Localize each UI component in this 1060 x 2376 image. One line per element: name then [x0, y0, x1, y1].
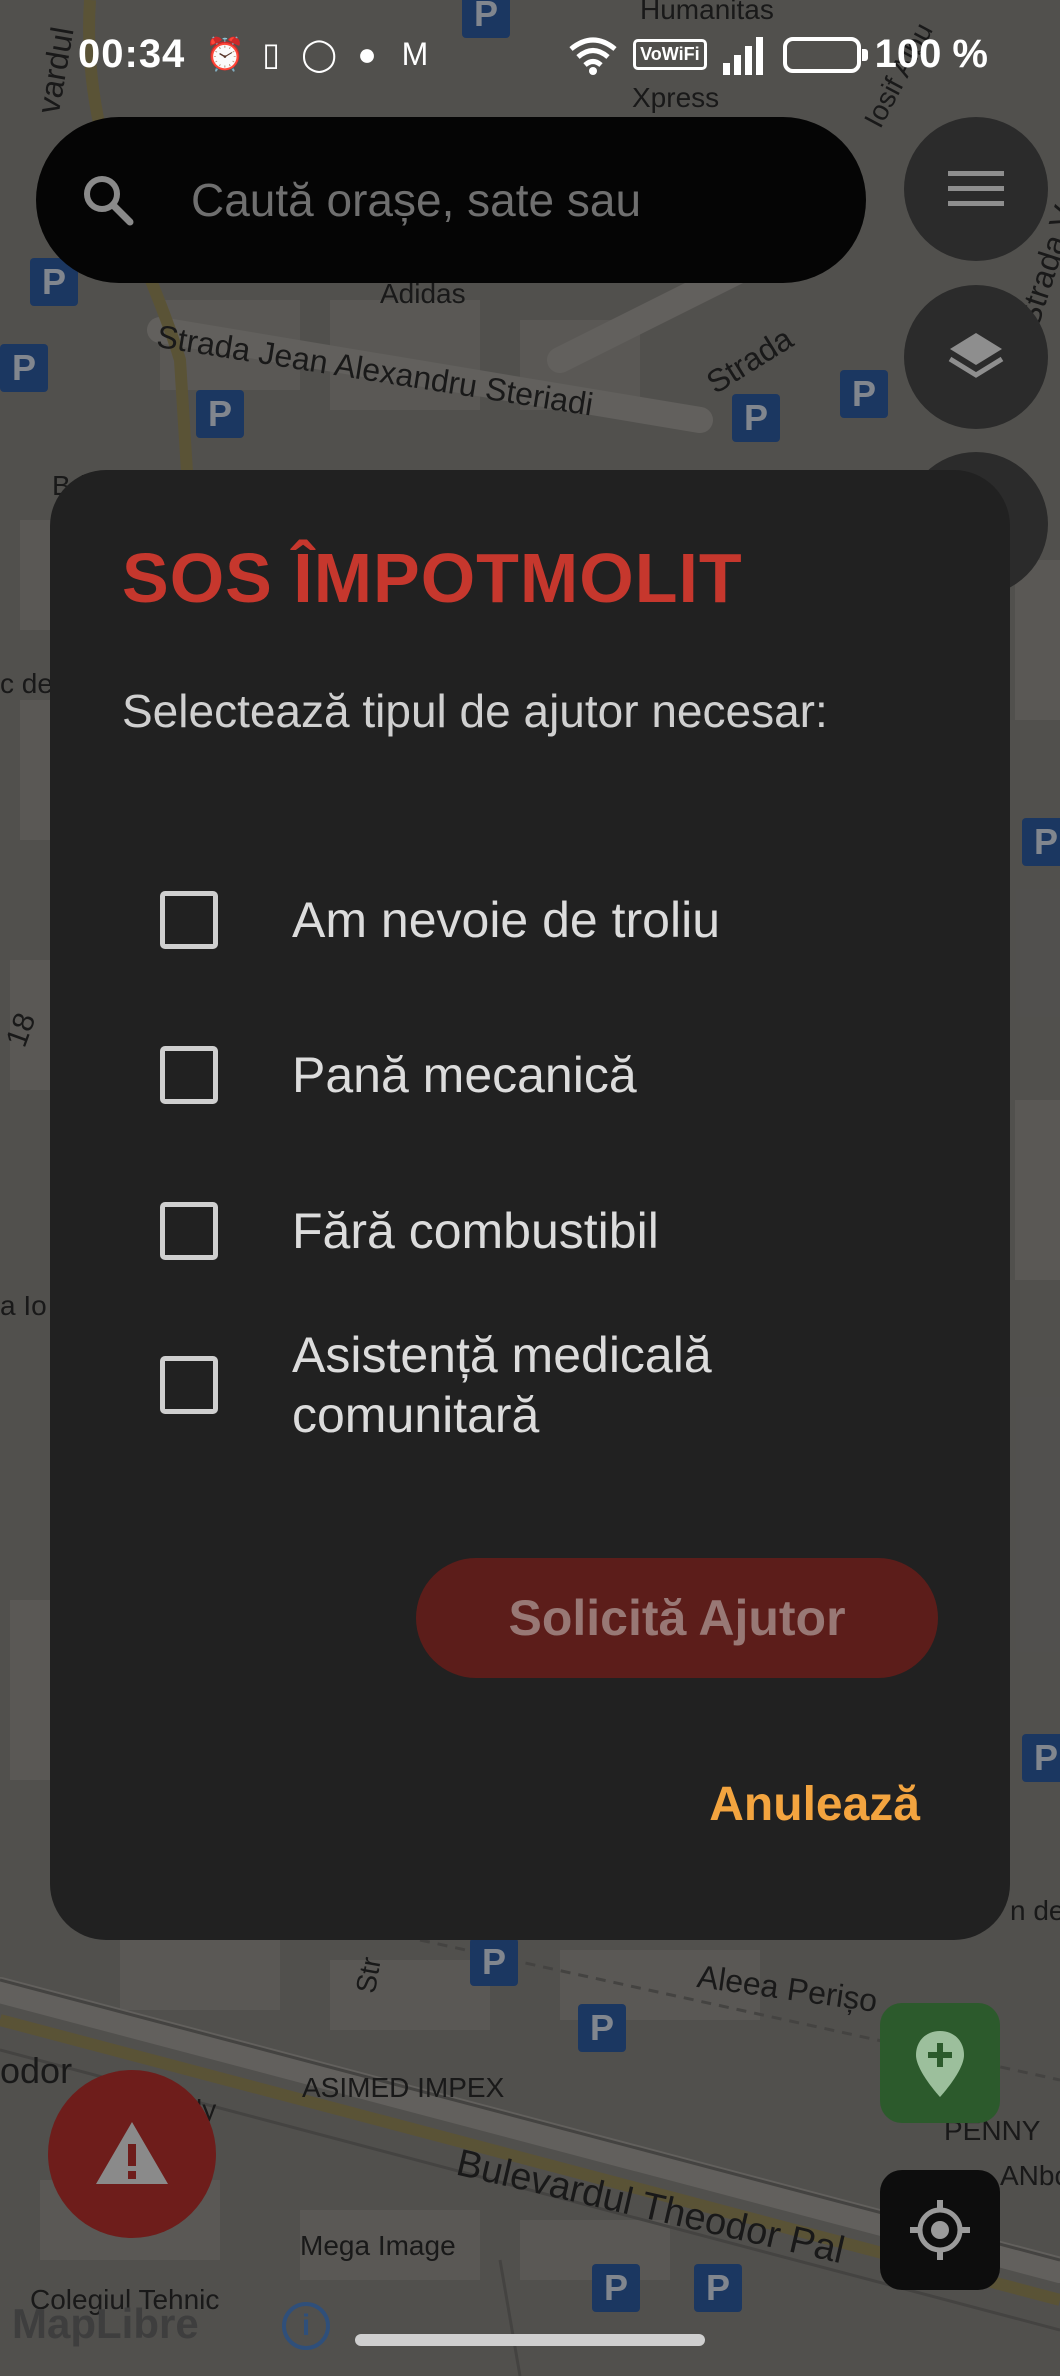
gmail-icon: M: [401, 36, 429, 72]
add-location-button[interactable]: [880, 2003, 1000, 2123]
my-location-button[interactable]: [880, 2170, 1000, 2290]
status-bar: 00:34 ⏰ ▯ ◯ ● M VoWiFi 100 %: [0, 22, 1060, 92]
wifi-icon: [569, 37, 617, 75]
search-bar[interactable]: [36, 117, 866, 283]
battery-icon: [782, 36, 868, 73]
alarm-icon: ⏰: [205, 36, 245, 72]
status-time: 00:34: [78, 32, 186, 76]
sos-fab[interactable]: [48, 2070, 216, 2238]
option-label: Pană mecanică: [292, 1047, 637, 1103]
menu-button[interactable]: [904, 117, 1048, 261]
search-icon: [84, 176, 134, 226]
menu-icon: [948, 171, 1004, 206]
option-medical-assistance[interactable]: Asistență medicală comunitară: [160, 1325, 920, 1445]
checkbox[interactable]: [160, 1202, 218, 1260]
sos-dialog: SOS ÎMPOTMOLIT Selectează tipul de ajuto…: [50, 470, 1010, 1940]
home-indicator[interactable]: [355, 2334, 705, 2346]
maplibre-logo: MapLibre: [12, 2300, 199, 2347]
layers-icon: [948, 333, 1004, 378]
dialog-title: SOS ÎMPOTMOLIT: [122, 539, 743, 617]
layers-button[interactable]: [904, 285, 1048, 429]
option-winch[interactable]: Am nevoie de troliu: [160, 890, 920, 950]
option-mechanical-failure[interactable]: Pană mecanică: [160, 1045, 920, 1105]
vibrate-icon: ▯: [262, 36, 280, 72]
checkbox[interactable]: [160, 1046, 218, 1104]
notification-icons: ⏰ ▯ ◯ ● M: [205, 36, 433, 72]
search-input[interactable]: [191, 117, 831, 283]
cancel-button[interactable]: Anulează: [670, 1770, 920, 1840]
option-no-fuel[interactable]: Fără combustibil: [160, 1201, 920, 1261]
vowifi-badge: VoWiFi: [633, 39, 707, 70]
checkbox[interactable]: [160, 891, 218, 949]
warning-icon: [96, 2122, 168, 2184]
dialog-subtitle: Selectează tipul de ajutor necesar:: [122, 685, 828, 737]
checkbox[interactable]: [160, 1356, 218, 1414]
status-right: VoWiFi 100 %: [567, 32, 988, 77]
option-label: Asistență medicală comunitară: [292, 1327, 712, 1443]
option-label: Am nevoie de troliu: [292, 892, 721, 948]
battery-percent: 100 %: [874, 32, 988, 76]
app-icon: ●: [357, 36, 377, 72]
my-location-icon: [910, 2200, 970, 2260]
signal-icon: [722, 36, 763, 75]
request-help-button[interactable]: Solicită Ajutor: [416, 1558, 938, 1678]
add-location-icon: [916, 2031, 964, 2097]
option-label: Fără combustibil: [292, 1203, 659, 1259]
whatsapp-icon: ◯: [301, 36, 337, 72]
attribution-info-icon[interactable]: i: [282, 2302, 330, 2350]
